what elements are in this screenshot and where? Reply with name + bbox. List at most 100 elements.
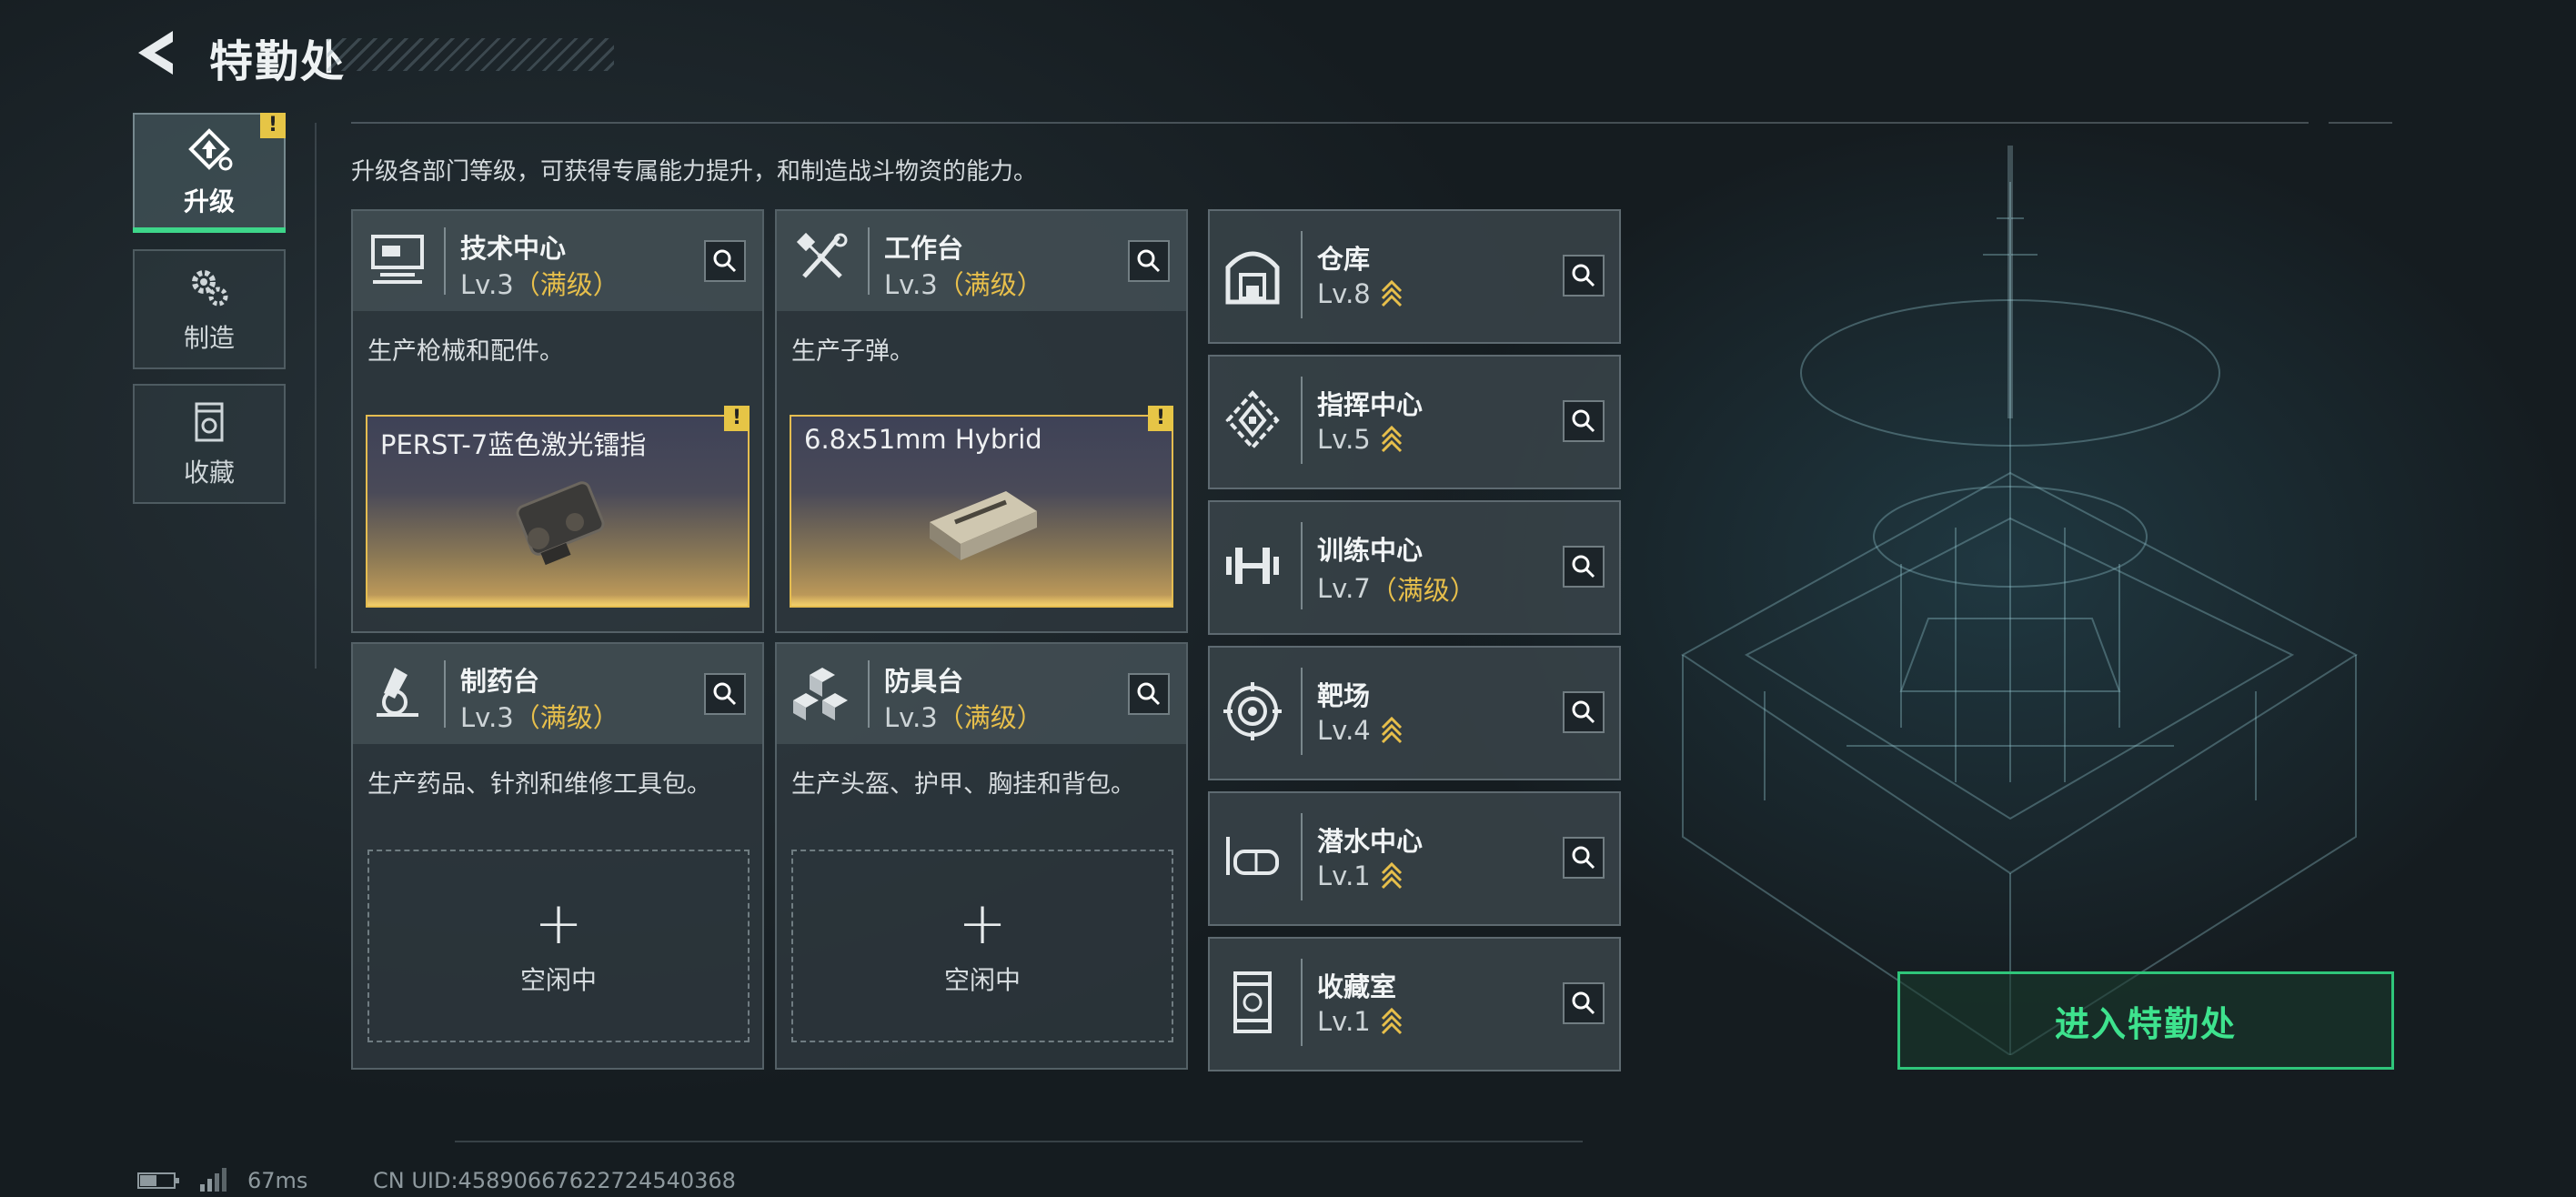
search-button[interactable] (1563, 546, 1605, 588)
search-button[interactable] (1128, 673, 1170, 715)
plus-icon: + (534, 890, 583, 958)
max-level-label: （满级） (937, 269, 1043, 300)
search-button[interactable] (1563, 255, 1605, 297)
idle-label: 空闲中 (519, 965, 597, 995)
facility-name: 仓库 (1317, 244, 1371, 275)
department-card-pharmacy[interactable]: 制药台 Lv.3（满级） 生产药品、针剂和维修工具包。 + 空闲中 (351, 642, 764, 1070)
search-icon (1137, 682, 1161, 706)
max-level-label: （满级） (1370, 575, 1476, 606)
production-slot[interactable]: PERST-7蓝色激光镭指 ! (366, 406, 750, 608)
department-name: 工作台 (884, 233, 964, 264)
search-icon (713, 249, 737, 273)
search-icon (713, 682, 737, 706)
enter-button[interactable]: 进入特勤处 (1897, 971, 2394, 1070)
diving-center-icon (1226, 837, 1279, 875)
department-name: 防具台 (884, 666, 964, 697)
department-level: Lv.3 (884, 702, 938, 733)
department-level: Lv.3 (460, 269, 514, 300)
gears-icon (192, 270, 228, 307)
alert-badge: ! (724, 406, 750, 431)
facility-level: Lv.4 (1317, 715, 1371, 746)
idle-slot[interactable]: + 空闲中 (367, 850, 750, 1042)
search-icon (1572, 264, 1595, 287)
tab-craft[interactable]: 制造 (133, 249, 286, 369)
facility-card-command-center[interactable]: 指挥中心 Lv.5 (1208, 355, 1621, 489)
department-description: 生产枪械和配件。 (367, 337, 564, 366)
back-arrow-icon[interactable] (133, 27, 187, 78)
search-button[interactable] (1563, 400, 1605, 442)
tech-center-icon (371, 235, 424, 284)
search-button[interactable] (1128, 240, 1170, 282)
search-icon (1137, 249, 1161, 273)
search-icon (1572, 991, 1595, 1015)
ping-value: 67ms (247, 1168, 308, 1193)
department-card-workbench[interactable]: 工作台 Lv.3（满级） 生产子弹。 6.8x51mm Hybrid ! (775, 209, 1188, 633)
tab-collection[interactable]: 收藏 (133, 384, 286, 504)
facility-card-collection-room[interactable]: 收藏室 Lv.1 (1208, 937, 1621, 1071)
alert-badge: ! (1148, 406, 1173, 431)
collection-icon (195, 402, 224, 442)
upgrade-icon (188, 128, 233, 171)
header-decoration (327, 38, 614, 71)
facility-name: 训练中心 (1317, 535, 1424, 566)
page-title: 特勤处 (209, 36, 347, 87)
workbench-icon (796, 232, 848, 278)
production-slot[interactable]: 6.8x51mm Hybrid ! (790, 406, 1173, 608)
idle-label: 空闲中 (943, 965, 1021, 995)
plus-icon: + (958, 890, 1007, 958)
facility-name: 靶场 (1317, 680, 1371, 711)
department-description: 生产药品、针剂和维修工具包。 (367, 770, 711, 799)
facility-level: Lv.1 (1317, 1006, 1371, 1037)
laser-module-image (516, 481, 605, 566)
department-card-tech-center[interactable]: 技术中心 Lv.3（满级） 生产枪械和配件。 PERST-7蓝色激光镭指 ! (351, 209, 764, 633)
facility-level: Lv.5 (1317, 424, 1371, 455)
facility-card-shooting-range[interactable]: 靶场 Lv.4 (1208, 646, 1621, 780)
department-description: 生产头盔、护甲、胸挂和背包。 (791, 770, 1135, 799)
idle-slot[interactable]: + 空闲中 (791, 850, 1173, 1042)
divider (455, 1141, 1583, 1142)
training-center-icon (1226, 548, 1279, 584)
collection-room-icon (1233, 971, 1272, 1033)
department-card-armor-bench[interactable]: 防具台 Lv.3（满级） 生产头盔、护甲、胸挂和背包。 + 空闲中 (775, 642, 1188, 1070)
search-button[interactable] (1563, 691, 1605, 733)
facility-card-training-center[interactable]: 训练中心 Lv.7 （满级） (1208, 500, 1621, 635)
search-icon (1572, 846, 1595, 870)
warehouse-icon (1225, 251, 1280, 305)
page-description: 升级各部门等级，可获得专属能力提升，和制造战斗物资的能力。 (351, 158, 1038, 186)
production-item-name: 6.8x51mm Hybrid (804, 424, 1042, 455)
search-icon (1572, 700, 1595, 724)
upgrade-available-icon (1381, 279, 1402, 307)
search-button[interactable] (1563, 982, 1605, 1024)
search-icon (1572, 409, 1595, 433)
upgrade-available-icon (1381, 716, 1402, 744)
tab-label: 制造 (183, 323, 235, 353)
production-item-name: PERST-7蓝色激光镭指 (380, 429, 647, 460)
tab-label: 升级 (183, 186, 235, 216)
upgrade-available-icon (1381, 425, 1402, 453)
upgrade-available-icon (1381, 861, 1402, 890)
facility-level: Lv.8 (1317, 278, 1371, 309)
user-uid: CN UID:4589066762272454036​8 (373, 1168, 736, 1193)
pharmacy-icon (377, 668, 418, 717)
department-description: 生产子弹。 (791, 337, 914, 366)
max-level-label: （满级） (513, 269, 619, 300)
headquarters-wireframe-illustration (1681, 146, 2358, 1055)
facility-name: 潜水中心 (1317, 826, 1424, 857)
divider (315, 123, 317, 669)
facility-name: 收藏室 (1317, 971, 1397, 1002)
facility-card-warehouse[interactable]: 仓库 Lv.8 (1208, 209, 1621, 344)
signal-icon (200, 1168, 226, 1192)
tab-label: 收藏 (183, 458, 235, 488)
department-level: Lv.3 (884, 269, 938, 300)
divider (351, 122, 2309, 124)
search-button[interactable] (704, 673, 746, 715)
facility-level: Lv.1 (1317, 860, 1371, 891)
status-bar: 67ms (136, 1168, 307, 1193)
divider (2329, 122, 2392, 124)
facility-name: 指挥中心 (1317, 389, 1424, 420)
facility-card-diving-center[interactable]: 潜水中心 Lv.1 (1208, 791, 1621, 926)
shooting-range-icon (1223, 682, 1282, 740)
search-button[interactable] (1563, 837, 1605, 879)
search-button[interactable] (704, 240, 746, 282)
battery-icon (137, 1172, 179, 1189)
